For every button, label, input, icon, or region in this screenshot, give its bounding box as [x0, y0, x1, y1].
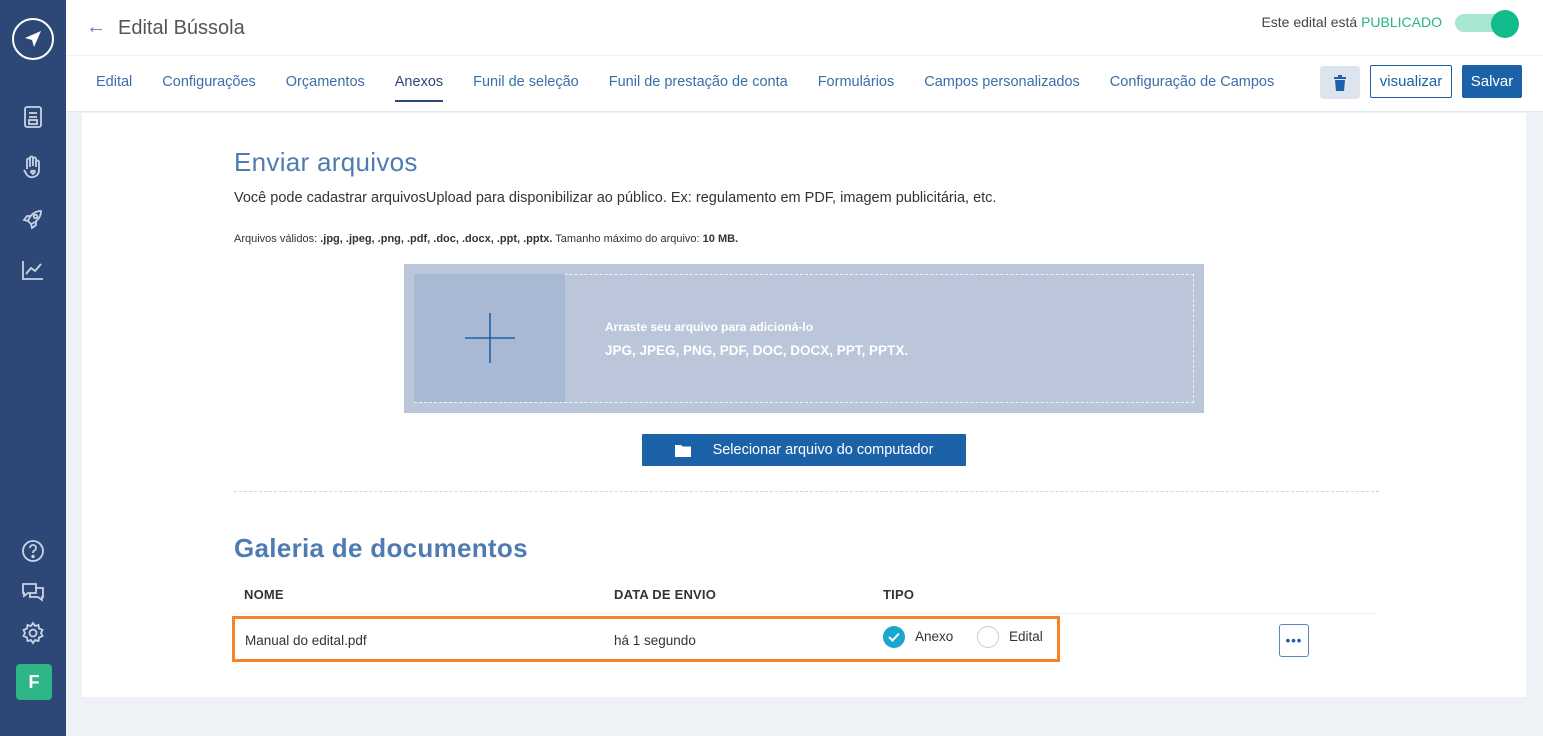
- save-button[interactable]: Salvar: [1462, 65, 1522, 98]
- tab-edital[interactable]: Edital: [81, 56, 147, 112]
- topbar: ← Edital Bússola Este edital está PUBLIC…: [66, 0, 1543, 56]
- more-options-button[interactable]: •••: [1279, 624, 1309, 657]
- document-name: Manual do edital.pdf: [245, 633, 367, 648]
- trash-icon: [1334, 74, 1346, 91]
- status-prefix: Este edital está: [1261, 14, 1358, 30]
- column-header-name: NOME: [244, 587, 284, 602]
- upload-description: Você pode cadastrar arquivosUpload para …: [234, 190, 997, 206]
- ellipsis-icon: •••: [1285, 633, 1303, 648]
- tab-funil-prestacao[interactable]: Funil de prestação de conta: [594, 56, 803, 112]
- table-header-divider: [234, 613, 1376, 614]
- back-arrow-icon[interactable]: ←: [86, 16, 106, 39]
- dropzone-hint: Arraste seu arquivo para adicioná-lo: [605, 320, 814, 334]
- select-file-label: Selecionar arquivo do computador: [712, 442, 934, 458]
- folder-icon: [674, 444, 691, 457]
- publish-toggle[interactable]: [1455, 10, 1519, 38]
- formats-prefix: Arquivos válidos:: [234, 233, 321, 245]
- max-size-prefix: Tamanho máximo do arquivo:: [552, 233, 703, 245]
- document-icon[interactable]: [19, 103, 47, 131]
- formats-list: .jpg, .jpeg, .png, .pdf, .doc, .docx, .p…: [320, 233, 553, 245]
- status-value: PUBLICADO: [1361, 14, 1442, 30]
- gallery-title: Galeria de documentos: [234, 533, 528, 563]
- rocket-icon[interactable]: [19, 205, 47, 233]
- header: ← Edital Bússola Este edital está PUBLIC…: [66, 0, 1543, 112]
- max-size-value: 10 MB.: [702, 233, 739, 245]
- file-dropzone[interactable]: Arraste seu arquivo para adicioná-lo JPG…: [404, 264, 1204, 413]
- page-title: Edital Bússola: [118, 17, 245, 39]
- document-date: há 1 segundo: [614, 633, 696, 648]
- upload-title: Enviar arquivos: [234, 147, 418, 177]
- radio-anexo-label: Anexo: [915, 629, 954, 644]
- view-button[interactable]: visualizar: [1370, 65, 1452, 98]
- radio-edital-label: Edital: [1009, 629, 1043, 644]
- tab-bar: Edital Configurações Orçamentos Anexos F…: [81, 56, 1289, 112]
- plus-icon: [414, 274, 565, 402]
- radio-edital[interactable]: [977, 626, 999, 648]
- help-icon[interactable]: [19, 537, 47, 565]
- tab-formularios[interactable]: Formulários: [803, 56, 910, 112]
- tab-configuracao-campos[interactable]: Configuração de Campos: [1095, 56, 1289, 112]
- logo-icon[interactable]: [12, 18, 54, 60]
- settings-icon[interactable]: [19, 619, 47, 647]
- column-header-type: TIPO: [883, 587, 915, 602]
- radio-anexo[interactable]: [883, 626, 905, 648]
- tab-configuracoes[interactable]: Configurações: [147, 56, 271, 112]
- column-header-date: DATA DE ENVIO: [614, 587, 717, 602]
- section-divider: [234, 491, 1379, 492]
- avatar[interactable]: F: [16, 664, 52, 700]
- publish-status: Este edital está PUBLICADO: [1261, 14, 1442, 30]
- tab-orcamentos[interactable]: Orçamentos: [271, 56, 380, 112]
- main-card: Enviar arquivos Você pode cadastrar arqu…: [82, 113, 1526, 697]
- chart-icon[interactable]: [19, 256, 47, 284]
- tab-campos-personalizados[interactable]: Campos personalizados: [909, 56, 1095, 112]
- tab-funil-selecao[interactable]: Funil de seleção: [458, 56, 594, 112]
- dropzone-types: JPG, JPEG, PNG, PDF, DOC, DOCX, PPT, PPT…: [605, 343, 909, 358]
- chat-icon[interactable]: [19, 578, 47, 606]
- sidebar: F: [0, 0, 66, 736]
- valid-formats-note: Arquivos válidos: .jpg, .jpeg, .png, .pd…: [234, 233, 738, 245]
- toggle-knob: [1491, 10, 1519, 38]
- select-file-button[interactable]: Selecionar arquivo do computador: [642, 434, 966, 466]
- delete-button[interactable]: [1320, 66, 1360, 99]
- hand-heart-icon[interactable]: [19, 154, 47, 182]
- tab-anexos[interactable]: Anexos: [380, 56, 458, 112]
- check-icon: [888, 632, 900, 642]
